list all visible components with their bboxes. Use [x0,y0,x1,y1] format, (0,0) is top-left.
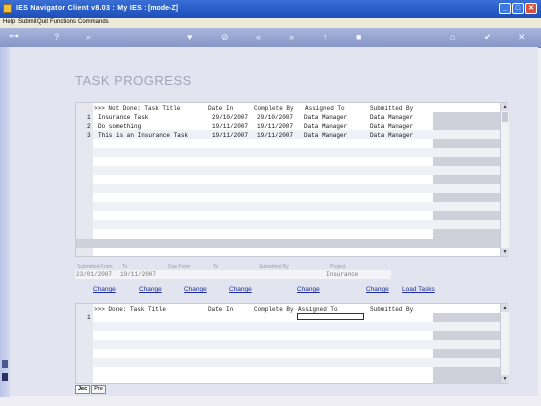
row-number: 1 [87,114,91,121]
tab-jec[interactable]: Jec [75,385,91,394]
row-stripe [93,358,507,367]
search-icon[interactable]: ⌕ [86,32,91,42]
menu-functions[interactable]: Functions [50,19,76,25]
key-icon[interactable]: ⊶ [9,32,19,42]
cell-date-in[interactable]: 29/10/2007 [212,114,248,121]
help-icon[interactable]: ? [54,32,59,42]
table-row[interactable]: 3 This is an Insurance Task 19/11/2007 1… [76,132,507,141]
cell-assigned-to[interactable]: Data Manager [304,123,347,130]
link-icon[interactable]: ⊘ [221,32,229,42]
table-row[interactable]: 1 [76,314,507,323]
cell-complete-by[interactable]: 19/11/2007 [257,123,293,130]
grid-header: >>> Not Done: Task Title Date In Complet… [76,103,507,112]
row-stripe [93,184,507,193]
maximize-button[interactable]: □ [512,3,524,14]
done-grid: >>> Done: Task Title Date In Complete By… [75,303,509,384]
cell-complete-by[interactable]: 29/10/2007 [257,114,293,121]
menu-bar: Help Submit Quit Functions Commands [0,18,541,28]
grid-footer [76,239,500,248]
value-to: 19/11/2007 [120,271,157,278]
scroll-up-arrow[interactable]: ▲ [501,304,509,312]
table-row[interactable]: 2 Do something 19/11/2007 19/11/2007 Dat… [76,123,507,132]
cell-date-in[interactable]: 19/11/2007 [212,123,248,130]
change-submitted-by-link[interactable]: Change [297,286,320,293]
change-submitted-from-link[interactable]: Change [93,286,116,293]
cell-task-title[interactable]: Do something [98,123,141,130]
heart-icon[interactable]: ♥ [187,32,192,42]
next-icon[interactable]: » [289,32,294,42]
header-complete-by[interactable]: Complete By [254,306,294,313]
menu-submit[interactable]: Submit [18,19,37,25]
menu-quit[interactable]: Quit [37,19,48,25]
page-title: TASK PROGRESS [75,73,192,88]
cell-assigned-to[interactable]: Data Manager [304,132,347,139]
cell-complete-by[interactable]: 19/11/2007 [257,132,293,139]
window-mode: [mode-Z] [148,5,178,12]
row-number: 3 [87,132,91,139]
row-stripe [93,166,507,175]
tab-pre[interactable]: Pre [91,385,106,394]
window-titlebar: IES Navigator Client v8.03 : My IES : [m… [0,0,541,18]
cell-task-title[interactable]: This is an Insurance Task [98,132,188,139]
sidebar-info-icon[interactable] [2,373,8,381]
not-done-scrollbar[interactable]: ▲ ▼ [500,103,509,256]
change-due-from-link[interactable]: Change [184,286,207,293]
row-number: 2 [87,123,91,130]
row-stripe [93,322,507,331]
change-due-to-link[interactable]: Change [229,286,252,293]
menu-commands[interactable]: Commands [78,19,109,25]
header-assigned-to[interactable]: Assigned To [298,306,338,313]
left-sidebar [0,47,10,397]
stop-icon[interactable]: ■ [356,32,361,42]
change-project-link[interactable]: Change [366,286,389,293]
row-number: 1 [87,314,91,321]
header-date-in[interactable]: Date In [208,306,233,313]
change-to-link[interactable]: Change [139,286,162,293]
cell-task-title[interactable]: Insurance Task [98,114,148,121]
row-stripe [93,220,507,229]
done-scrollbar[interactable]: ▲ ▼ [500,304,509,383]
up-icon[interactable]: ↑ [323,32,328,42]
header-date-in[interactable]: Date In [208,105,233,112]
ok-icon[interactable]: ✔ [484,32,492,42]
scroll-down-arrow[interactable]: ▼ [501,248,509,256]
cell-submitted-by[interactable]: Data Manager [370,114,413,121]
home-icon[interactable]: ⌂ [450,32,455,42]
assigned-to-input[interactable] [297,313,364,320]
minimize-button[interactable]: _ [499,3,511,14]
cell-assigned-to[interactable]: Data Manager [304,114,347,121]
grid-header: >>> Done: Task Title Date In Complete By… [76,304,507,313]
header-task-title[interactable]: >>> Done: Task Title [94,306,166,313]
close-button[interactable]: ✕ [525,3,537,14]
header-submitted-by[interactable]: Submitted By [370,306,413,313]
cell-date-in[interactable]: 19/11/2007 [212,132,248,139]
toolbar-close-icon[interactable]: ✕ [518,32,526,42]
app-icon [3,4,12,13]
sidebar-tool-icon[interactable] [2,360,8,368]
bottom-tabs: Jec Pre [75,385,107,394]
row-stripe [93,340,507,349]
scroll-up-arrow[interactable]: ▲ [501,103,509,111]
header-assigned-to[interactable]: Assigned To [305,105,345,112]
value-submitted-from: 23/01/2007 [76,271,113,278]
value-project: Insurance [326,271,359,278]
cell-submitted-by[interactable]: Data Manager [370,123,413,130]
first-icon[interactable]: « [256,32,261,42]
cell-submitted-by[interactable]: Data Manager [370,132,413,139]
toolbar: ⊶ ? ⌕ ♥ ⊘ « » ↑ ■ ⌂ ✔ ✕ [0,28,541,48]
header-task-title[interactable]: >>> Not Done: Task Title [94,105,180,112]
load-tasks-link[interactable]: Load Tasks [402,286,435,293]
scroll-thumb[interactable] [502,112,508,122]
not-done-grid: >>> Not Done: Task Title Date In Complet… [75,102,509,257]
row-stripe [93,148,507,157]
window-title: IES Navigator Client v8.03 : My IES : [16,5,147,12]
header-complete-by[interactable]: Complete By [254,105,294,112]
scroll-down-arrow[interactable]: ▼ [501,375,509,383]
header-submitted-by[interactable]: Submitted By [370,105,413,112]
table-row[interactable]: 1 Insurance Task 29/10/2007 29/10/2007 D… [76,114,507,123]
menu-help[interactable]: Help [3,19,15,25]
row-stripe [93,202,507,211]
